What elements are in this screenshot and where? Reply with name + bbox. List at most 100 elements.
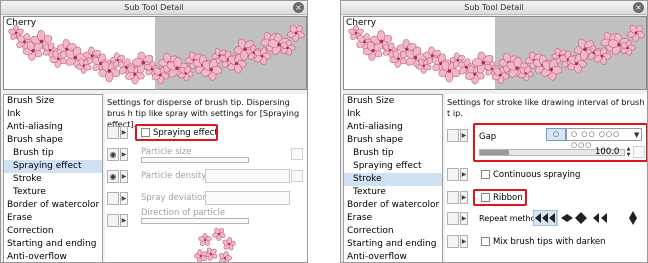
expand-arrow-icon[interactable]: ▶ [120, 170, 128, 183]
row-controls: ▶ [447, 212, 473, 225]
category-spraying-effect[interactable]: Spraying effect [344, 160, 442, 173]
cherry-blossom [222, 237, 236, 251]
panel-title: Sub Tool Detail [124, 3, 184, 12]
category-starting-and-ending[interactable]: Starting and ending [4, 238, 102, 251]
category-stroke[interactable]: Stroke [344, 173, 442, 186]
highlight-spraying-effect [135, 124, 218, 141]
category-brush-shape[interactable]: Brush shape [4, 134, 102, 147]
row-controls: ▶ [107, 126, 133, 139]
category-correction[interactable]: Correction [344, 225, 442, 238]
settings-content: Settings for stroke like drawing interva… [445, 94, 647, 262]
preview-label: Cherry [6, 18, 37, 28]
mix-brush-tips-label: Mix brush tips with darken [493, 237, 606, 247]
repeat-method-options[interactable] [533, 210, 641, 226]
expand-arrow-icon[interactable]: ▶ [120, 192, 128, 205]
highlight-ribbon [473, 189, 527, 206]
spray-deviation-field[interactable] [205, 191, 290, 205]
category-brush-tip[interactable]: Brush tip [4, 147, 102, 160]
category-anti-aliasing[interactable]: Anti-aliasing [4, 121, 102, 134]
checkbox-icon[interactable] [481, 170, 490, 179]
category-spraying-effect[interactable]: Spraying effect [4, 160, 102, 173]
lock-toggle[interactable] [107, 192, 119, 205]
row-controls: ▶ [447, 129, 473, 142]
row-controls: ◉ ▶ [107, 170, 133, 183]
cherry-blossom [218, 251, 232, 262]
category-starting-and-ending[interactable]: Starting and ending [344, 238, 442, 251]
cherry-blossom-stroke [8, 24, 305, 85]
category-brush-size[interactable]: Brush Size [344, 95, 442, 108]
eye-icon[interactable]: ◉ [107, 148, 119, 161]
checkbox-icon[interactable] [481, 237, 490, 246]
direction-of-particle-slider[interactable] [141, 218, 249, 224]
row-controls: ◉ ▶ [107, 148, 133, 161]
expand-arrow-icon[interactable]: ▶ [460, 235, 468, 248]
lock-toggle[interactable] [447, 168, 459, 181]
category-list: Brush Size Ink Anti-aliasing Brush shape… [3, 94, 103, 262]
category-anti-overflow[interactable]: Anti-overflow [344, 251, 442, 262]
category-anti-overflow[interactable]: Anti-overflow [4, 251, 102, 262]
particle-preview-blossoms [194, 227, 236, 262]
category-description: Settings for stroke like drawing interva… [447, 97, 645, 118]
expand-arrow-icon[interactable]: ▶ [460, 168, 468, 181]
expand-arrow-icon[interactable]: ▶ [120, 214, 128, 227]
particle-size-pressure-icon[interactable] [291, 148, 303, 160]
category-texture[interactable]: Texture [344, 186, 442, 199]
particle-density-pressure-icon[interactable] [291, 170, 303, 182]
continuous-spraying-checkbox[interactable]: Continuous spraying [481, 170, 580, 180]
cherry-blossom [198, 233, 212, 246]
category-anti-aliasing[interactable]: Anti-aliasing [344, 121, 442, 134]
mix-brush-tips-checkbox[interactable]: Mix brush tips with darken [481, 237, 606, 247]
category-correction[interactable]: Correction [4, 225, 102, 238]
category-ink[interactable]: Ink [344, 108, 442, 121]
settings-content: Settings for disperse of brush tip. Disp… [105, 94, 307, 262]
lock-toggle[interactable] [447, 212, 459, 225]
category-erase[interactable]: Erase [344, 212, 442, 225]
particle-size-label: Particle size [141, 147, 192, 157]
row-controls: ▶ [447, 191, 473, 204]
highlight-gap [473, 123, 647, 162]
panel-titlebar[interactable]: Sub Tool Detail × [341, 1, 647, 15]
spray-deviation-label: Spray deviation [141, 193, 208, 203]
expand-arrow-icon[interactable]: ▶ [120, 148, 128, 161]
lock-toggle[interactable] [107, 214, 119, 227]
close-icon[interactable]: × [633, 2, 644, 13]
eye-icon[interactable]: ◉ [107, 170, 119, 183]
expand-arrow-icon[interactable]: ▶ [460, 212, 468, 225]
lock-toggle[interactable] [447, 235, 459, 248]
particle-size-slider[interactable] [141, 157, 249, 163]
close-icon[interactable]: × [293, 2, 304, 13]
category-erase[interactable]: Erase [4, 212, 102, 225]
preview-label: Cherry [346, 18, 377, 28]
lock-toggle[interactable] [107, 126, 119, 139]
continuous-spraying-label: Continuous spraying [493, 170, 581, 180]
repeat-method-label: Repeat method [479, 214, 541, 223]
sub-tool-detail-panel-left: Sub Tool Detail × Cherry Brush Size Ink … [0, 0, 308, 263]
direction-of-particle-label: Direction of particle [141, 208, 226, 218]
particle-density-label: Particle density [141, 171, 207, 181]
brush-preview: Cherry [343, 16, 647, 90]
lock-toggle[interactable] [447, 191, 459, 204]
sub-tool-detail-panel-right: Sub Tool Detail × Cherry Brush Size Ink … [340, 0, 648, 263]
row-controls: ▶ [107, 192, 133, 205]
lock-toggle[interactable] [447, 129, 459, 142]
category-texture[interactable]: Texture [4, 186, 102, 199]
row-controls: ▶ [447, 235, 473, 248]
category-list: Brush Size Ink Anti-aliasing Brush shape… [343, 94, 443, 262]
panel-titlebar[interactable]: Sub Tool Detail × [1, 1, 307, 15]
expand-arrow-icon[interactable]: ▶ [120, 126, 128, 139]
brush-preview: Cherry [3, 16, 307, 90]
expand-arrow-icon[interactable]: ▶ [460, 191, 468, 204]
expand-arrow-icon[interactable]: ▶ [460, 129, 468, 142]
category-stroke[interactable]: Stroke [4, 173, 102, 186]
category-border-of-watercolor[interactable]: Border of watercolor [344, 199, 442, 212]
category-border-of-watercolor[interactable]: Border of watercolor [4, 199, 102, 212]
particle-density-field[interactable] [205, 169, 290, 183]
category-brush-shape[interactable]: Brush shape [344, 134, 442, 147]
cherry-blossom-stroke [348, 24, 645, 85]
category-brush-size[interactable]: Brush Size [4, 95, 102, 108]
category-brush-tip[interactable]: Brush tip [344, 147, 442, 160]
category-ink[interactable]: Ink [4, 108, 102, 121]
panel-title: Sub Tool Detail [464, 3, 524, 12]
row-controls: ▶ [107, 214, 133, 227]
row-controls: ▶ [447, 168, 473, 181]
